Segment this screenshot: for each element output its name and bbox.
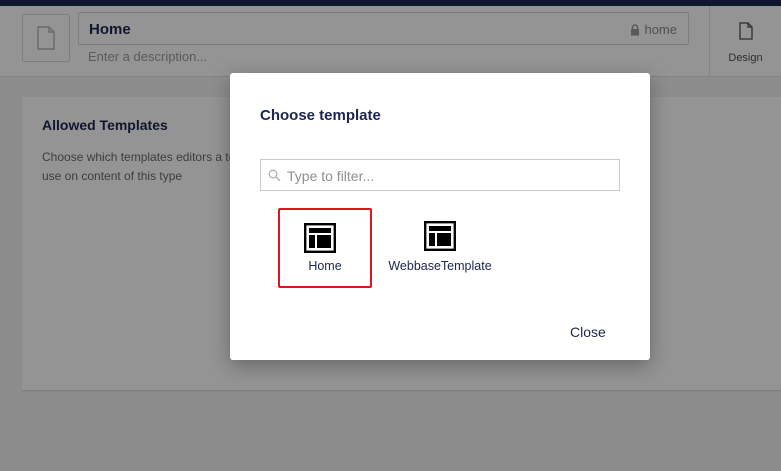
template-webbasetemplate[interactable]: WebbaseTemplate: [385, 208, 495, 288]
search-icon: [268, 169, 281, 182]
template-label: Home: [308, 259, 342, 273]
close-button[interactable]: Close: [570, 324, 606, 340]
filter-input[interactable]: [285, 164, 609, 188]
template-home[interactable]: Home: [278, 208, 372, 288]
layout-icon: [424, 221, 456, 251]
template-label: WebbaseTemplate: [388, 259, 492, 273]
choose-template-dialog: Choose template Home WebbaseTemplate Clo…: [230, 73, 650, 360]
dialog-title: Choose template: [260, 107, 381, 124]
filter-box: [260, 159, 620, 191]
layout-icon: [304, 223, 336, 253]
